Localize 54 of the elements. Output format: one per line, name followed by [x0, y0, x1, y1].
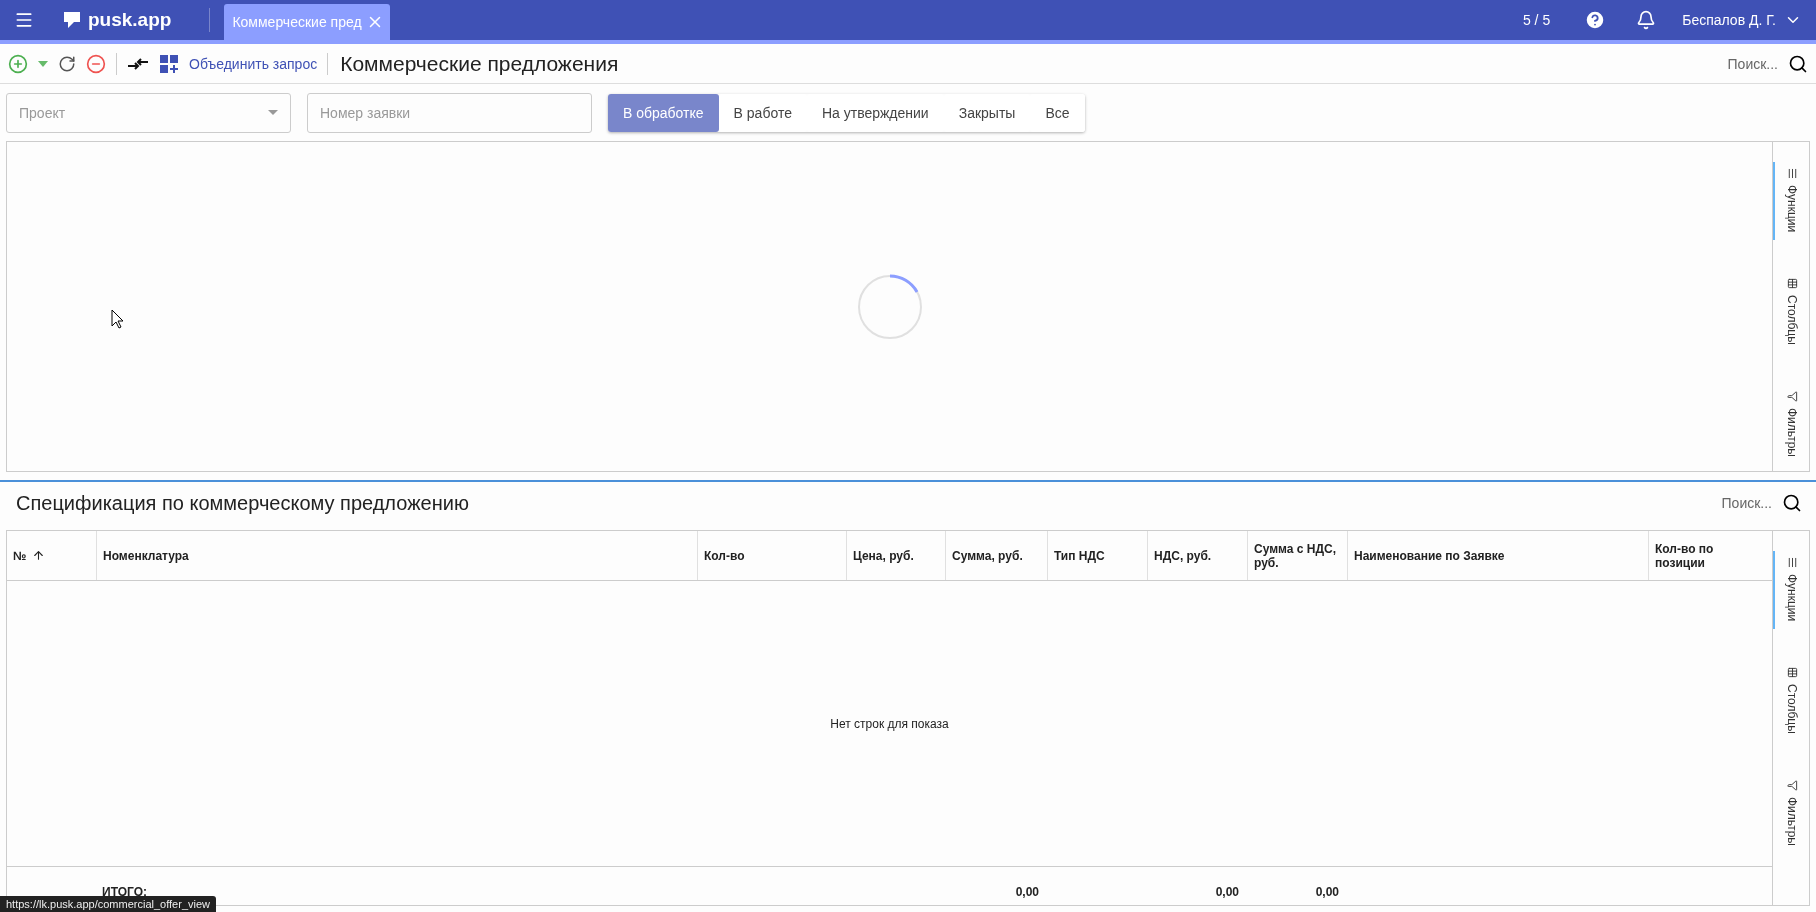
filter-icon — [1786, 391, 1798, 403]
column-header[interactable]: Тип НДС — [1047, 531, 1147, 580]
status-tab[interactable]: В работе — [718, 93, 807, 132]
totals-label: ИТОГО: — [101, 884, 148, 899]
merge-request-link[interactable]: Объединить запрос — [189, 55, 318, 72]
side-tab[interactable]: Столбцы — [1773, 661, 1809, 743]
column-header[interactable]: Кол-во — [697, 531, 846, 580]
filter-icon — [1786, 780, 1798, 792]
search-field[interactable]: Поиск... — [1721, 495, 1772, 511]
logo[interactable]: pusk.app — [62, 8, 211, 32]
logo-icon — [62, 10, 82, 30]
table-icon — [1786, 667, 1798, 679]
column-header[interactable]: № — [7, 531, 96, 580]
help-icon[interactable] — [1584, 9, 1607, 31]
link-url-tooltip: https://lk.pusk.app/commercial_offer_view — [0, 896, 216, 912]
status-tab[interactable]: На утверждении — [806, 93, 944, 132]
column-header[interactable]: Цена, руб. — [846, 531, 945, 580]
total-value: 0,00 — [1314, 884, 1340, 899]
menu-icon[interactable] — [14, 10, 34, 30]
add-icon[interactable] — [8, 53, 28, 74]
menu-icon — [1786, 168, 1798, 179]
column-header[interactable]: НДС, руб. — [1147, 531, 1247, 580]
search-field[interactable]: Поиск... — [1727, 55, 1778, 72]
remove-icon[interactable] — [86, 53, 106, 74]
page-counter: 5 / 5 — [1522, 12, 1551, 28]
column-header[interactable]: Сумма, руб. — [945, 531, 1047, 580]
caret-icon — [268, 110, 278, 115]
side-tab[interactable]: Фильтры — [1773, 385, 1809, 466]
cursor-icon — [111, 309, 124, 329]
swap-arrows-icon[interactable] — [127, 56, 149, 71]
column-header[interactable]: Сумма с НДС, руб. — [1247, 531, 1347, 580]
status-tab[interactable]: Закрыты — [943, 93, 1031, 132]
search-icon[interactable] — [1788, 53, 1808, 74]
search-icon[interactable] — [1782, 493, 1802, 513]
menu-icon — [1786, 557, 1798, 568]
column-header[interactable]: Наименование по Заявке — [1347, 531, 1648, 580]
side-tab[interactable]: Функции — [1773, 551, 1809, 630]
empty-message: Нет строк для показа — [830, 716, 949, 731]
column-header[interactable]: Кол-во по позиции — [1648, 531, 1745, 580]
section-title: Спецификация по коммерческому предложению — [16, 491, 469, 515]
side-tab[interactable]: Столбцы — [1773, 272, 1809, 354]
side-tab[interactable]: Фильтры — [1773, 774, 1809, 855]
grid-add-icon[interactable] — [159, 53, 179, 74]
total-value: 0,00 — [1014, 884, 1040, 899]
side-tab[interactable]: Функции — [1773, 162, 1809, 241]
status-tab[interactable]: Все — [1030, 93, 1085, 132]
user-name[interactable]: Беспалов Д. Г. — [1682, 12, 1776, 28]
sort-arrow-icon — [32, 549, 46, 562]
bell-icon[interactable] — [1636, 10, 1657, 30]
column-header[interactable]: Номенклатура — [96, 531, 697, 580]
page-title: Коммерческие предложения — [340, 51, 619, 76]
table-icon — [1786, 278, 1798, 290]
total-value: 0,00 — [1214, 884, 1240, 899]
refresh-icon[interactable] — [58, 54, 76, 73]
